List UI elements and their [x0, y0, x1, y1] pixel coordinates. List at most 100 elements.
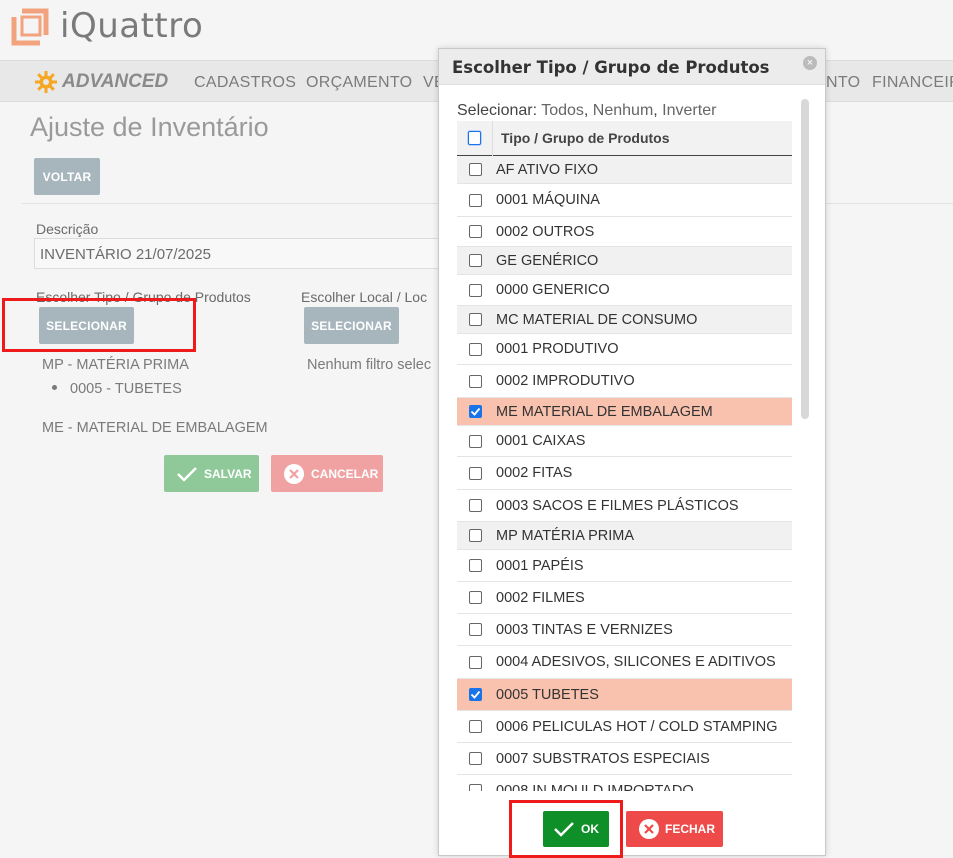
subgroup-row[interactable]: 0002 FILMES: [457, 582, 792, 614]
close-button[interactable]: FECHAR: [626, 811, 723, 847]
check-icon: [177, 466, 197, 482]
scrollbar[interactable]: [801, 99, 809, 419]
checkbox[interactable]: [469, 434, 482, 448]
logo-text: iQuattro: [60, 6, 204, 46]
nav-item-cadastros[interactable]: CADASTROS: [194, 74, 296, 92]
row-label: 0000 GENERICO: [496, 282, 610, 298]
select-invert-link[interactable]: Inverter: [662, 102, 716, 119]
cancel-button-label: CANCELAR: [311, 466, 379, 481]
local-empty-text: Nenhum filtro selec: [307, 357, 432, 373]
cancel-circle-icon: [284, 463, 304, 484]
highlight-box: [2, 298, 196, 352]
checkbox[interactable]: [469, 225, 482, 238]
selected-group-name: ME - MATERIAL DE EMBALAGEM: [42, 420, 268, 436]
select-local-button[interactable]: SELECIONAR: [304, 307, 399, 344]
group-row[interactable]: GE GENÉRICO: [457, 247, 792, 275]
checkbox[interactable]: [469, 784, 482, 791]
subgroup-row[interactable]: 0004 ADESIVOS, SILICONES E ADITIVOS: [457, 646, 792, 679]
select-tipo-grupo-dialog: Escolher Tipo / Grupo de Produtos × Sele…: [438, 48, 826, 856]
list-rows: AF ATIVO FIXO 0001 MÁQUINA 0002 OUTROS GE G…: [457, 156, 792, 791]
checked-checkbox[interactable]: [469, 688, 482, 701]
dialog-title: Escolher Tipo / Grupo de Produtos: [452, 58, 770, 77]
brand-label: ADVANCED: [62, 71, 169, 92]
checkbox[interactable]: [469, 193, 482, 207]
subgroup-row[interactable]: 0002 FITAS: [457, 457, 792, 490]
subgroup-row[interactable]: 0001 CAIXAS: [457, 426, 792, 457]
checkbox[interactable]: [469, 559, 482, 572]
row-label: 0002 FILMES: [496, 589, 585, 606]
row-label: 0001 PRODUTIVO: [496, 341, 619, 357]
subgroup-row[interactable]: 0000 GENERICO: [457, 275, 792, 306]
select-all-link[interactable]: Todos: [541, 102, 584, 119]
checkbox[interactable]: [469, 466, 482, 480]
save-button[interactable]: SALVAR: [164, 455, 259, 492]
checkbox[interactable]: [469, 374, 482, 388]
close-button-label: FECHAR: [665, 822, 715, 836]
subgroup-row[interactable]: 0005 TUBETES: [457, 679, 792, 711]
column-header: Tipo / Grupo de Produtos: [501, 130, 670, 146]
subgroup-row[interactable]: 0002 IMPRODUTIVO: [457, 365, 792, 398]
checkbox[interactable]: [469, 529, 482, 542]
row-label: 0008 IN MOULD IMPORTADO: [496, 782, 694, 792]
checkbox[interactable]: [469, 720, 482, 733]
row-label: GE GENÉRICO: [496, 252, 599, 269]
checkmark-icon: [470, 407, 481, 416]
column-separator: [492, 121, 493, 156]
subgroup-row[interactable]: 0001 PRODUTIVO: [457, 334, 792, 365]
row-label: 0004 ADESIVOS, SILICONES E ADITIVOS: [496, 654, 776, 670]
row-label: 0001 CAIXAS: [496, 433, 586, 449]
subgroup-row[interactable]: 0001 PAPÉIS: [457, 550, 792, 582]
subgroup-row[interactable]: 0006 PELICULAS HOT / COLD STAMPING: [457, 711, 792, 743]
save-button-label: SALVAR: [204, 466, 252, 481]
description-label: Descrição: [36, 221, 99, 237]
checkbox[interactable]: [469, 655, 482, 669]
checkbox[interactable]: [469, 342, 482, 356]
iquattro-logo-icon: [11, 8, 49, 46]
select-shortcuts: Selecionar: Todos, Nenhum, Inverter: [457, 102, 717, 119]
group-row[interactable]: AF ATIVO FIXO: [457, 156, 792, 184]
group-row[interactable]: MC MATERIAL DE CONSUMO: [457, 306, 792, 334]
list-header: Tipo / Grupo de Produtos: [457, 121, 792, 156]
checkbox[interactable]: [469, 623, 482, 636]
checkbox[interactable]: [469, 163, 482, 176]
checkmark-icon: [470, 690, 481, 699]
row-label: 0002 OUTROS: [496, 223, 595, 240]
nav-item-orcamento[interactable]: ORÇAMENTO: [306, 74, 412, 92]
scrollbar-thumb[interactable]: [801, 99, 809, 419]
checkbox[interactable]: [469, 499, 482, 512]
checkbox[interactable]: [469, 591, 482, 604]
highlight-box: [509, 800, 623, 858]
cancel-button[interactable]: CANCELAR: [271, 455, 383, 492]
row-label: ME MATERIAL DE EMBALAGEM: [496, 403, 713, 420]
select-all-checkbox[interactable]: [468, 131, 481, 145]
group-row[interactable]: ME MATERIAL DE EMBALAGEM: [457, 398, 792, 426]
subgroup-row[interactable]: 0003 TINTAS E VERNIZES: [457, 614, 792, 646]
select-none-link[interactable]: Nenhum: [593, 102, 653, 119]
checkbox[interactable]: [469, 752, 482, 765]
checkbox[interactable]: [469, 254, 482, 267]
gear-icon: [35, 71, 57, 93]
checkbox[interactable]: [469, 283, 482, 297]
close-circle-icon: [639, 819, 659, 839]
subgroup-row[interactable]: 0003 SACOS E FILMES PLÁSTICOS: [457, 490, 792, 522]
local-label: Escolher Local / Loc: [301, 289, 428, 305]
row-label: 0006 PELICULAS HOT / COLD STAMPING: [496, 718, 778, 735]
row-label: 0003 SACOS E FILMES PLÁSTICOS: [496, 497, 739, 514]
close-icon[interactable]: ×: [803, 56, 817, 70]
subgroup-row[interactable]: 0001 MÁQUINA: [457, 184, 792, 217]
selected-group-name: MP - MATÉRIA PRIMA: [42, 357, 189, 373]
nav-item-planejamento[interactable]: NTO: [826, 74, 860, 92]
description-field[interactable]: INVENTÁRIO 21/07/2025: [34, 238, 444, 269]
checkbox[interactable]: [469, 313, 482, 326]
row-label: 0005 TUBETES: [496, 686, 599, 703]
back-button[interactable]: VOLTAR: [34, 158, 100, 195]
group-row[interactable]: MP MATÉRIA PRIMA: [457, 522, 792, 550]
subgroup-row[interactable]: 0008 IN MOULD IMPORTADO: [457, 775, 792, 791]
row-label: MC MATERIAL DE CONSUMO: [496, 311, 698, 328]
subgroup-row[interactable]: 0002 OUTROS: [457, 217, 792, 247]
nav-item-financeiro[interactable]: FINANCEIR: [872, 74, 953, 92]
subgroup-row[interactable]: 0007 SUBSTRATOS ESPECIAIS: [457, 743, 792, 775]
tipo-grupo-list: Tipo / Grupo de Produtos AF ATIVO FIXO 00…: [457, 121, 792, 791]
checked-checkbox[interactable]: [469, 405, 482, 418]
select-prefix: Selecionar:: [457, 102, 542, 119]
